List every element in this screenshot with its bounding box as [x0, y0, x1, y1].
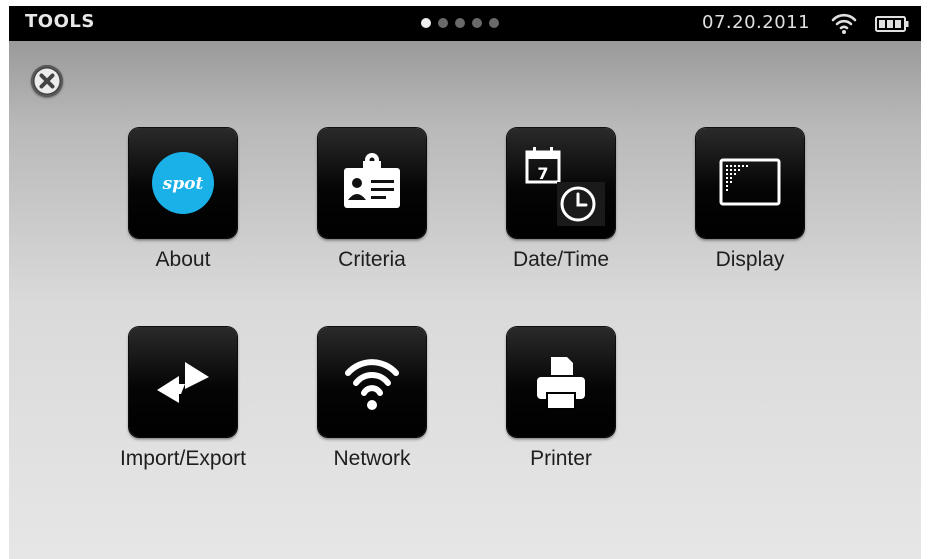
page-dot-1[interactable] — [421, 18, 431, 28]
page-dot-4[interactable] — [472, 18, 482, 28]
import-export-button[interactable] — [129, 327, 237, 437]
wifi-icon — [831, 13, 857, 34]
tools-screen: TOOLS 07.20.2011 spot About Criteria 7 D… — [9, 6, 921, 559]
display-button[interactable] — [696, 128, 804, 238]
page-indicator — [421, 18, 499, 30]
about-button[interactable]: spot — [129, 128, 237, 238]
network-button[interactable] — [318, 327, 426, 437]
criteria-button[interactable] — [318, 128, 426, 238]
close-button[interactable] — [31, 65, 63, 97]
date-time-button[interactable]: 7 — [507, 128, 615, 238]
status-bar: TOOLS 07.20.2011 — [9, 6, 921, 41]
import-export-label: Import/Export — [119, 447, 247, 470]
page-dot-2[interactable] — [438, 18, 448, 28]
close-icon — [34, 68, 60, 94]
printer-button[interactable] — [507, 327, 615, 437]
spot-logo-icon: spot — [152, 152, 214, 214]
spot-badge-text: spot — [162, 174, 204, 194]
screen-title: TOOLS — [25, 11, 95, 32]
printer-icon — [537, 357, 585, 410]
date-time-label: Date/Time — [512, 248, 610, 271]
display-label: Display — [715, 248, 785, 271]
page-dot-3[interactable] — [455, 18, 465, 28]
page-dot-5[interactable] — [489, 18, 499, 28]
swap-arrows-icon — [157, 362, 209, 403]
battery-icon — [875, 16, 909, 32]
network-label: Network — [333, 447, 411, 470]
id-badge-icon — [344, 153, 400, 208]
wifi-icon — [345, 359, 399, 410]
display-icon — [719, 158, 781, 206]
calendar-day: 7 — [537, 164, 548, 183]
criteria-label: Criteria — [338, 248, 406, 271]
printer-label: Printer — [530, 447, 592, 470]
calendar-clock-icon: 7 — [525, 147, 605, 226]
status-date: 07.20.2011 — [702, 12, 811, 33]
about-label: About — [155, 248, 211, 271]
